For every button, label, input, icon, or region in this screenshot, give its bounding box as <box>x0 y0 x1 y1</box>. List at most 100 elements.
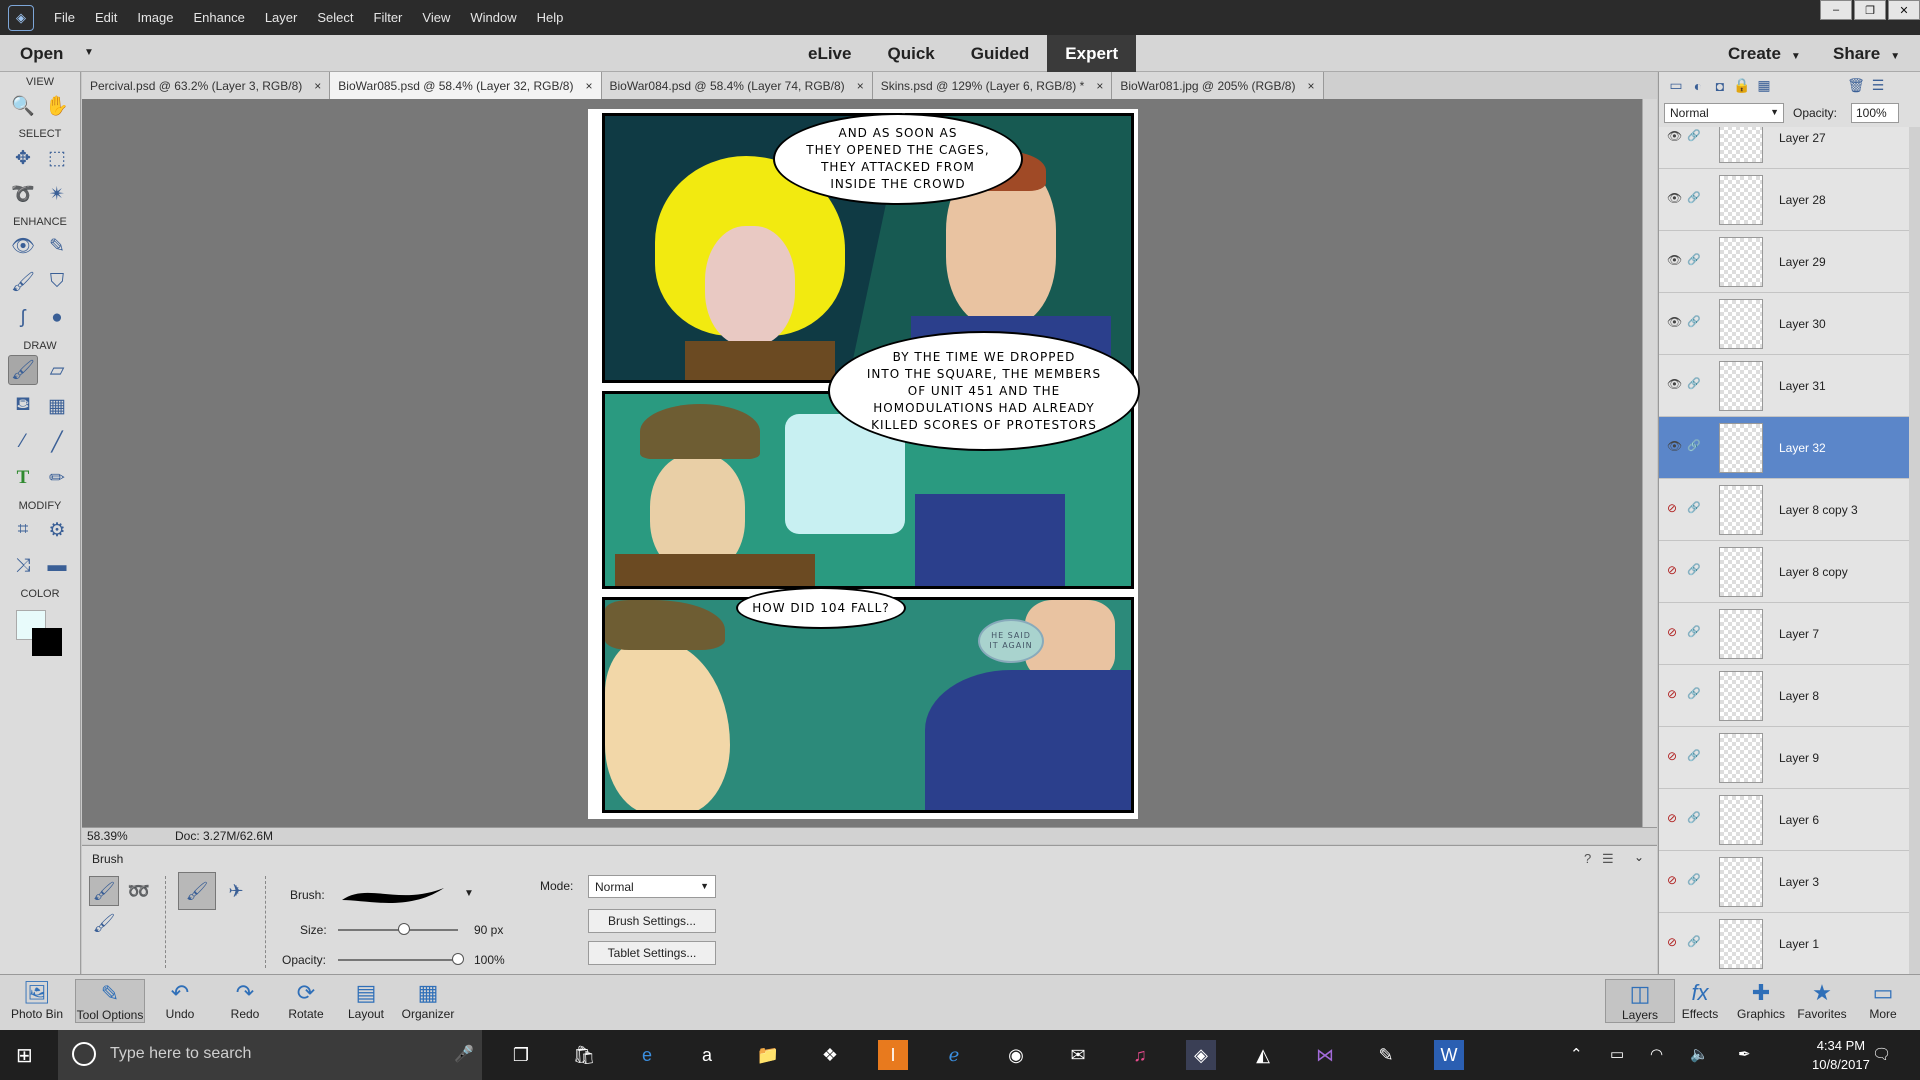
eye-icon[interactable]: 👁 <box>1667 253 1682 267</box>
doc-tab-biowar084[interactable]: BioWar084.psd @ 58.4% (Layer 74, RGB/8) × <box>601 72 873 99</box>
eye-hidden-icon[interactable]: ⊘ <box>1667 625 1677 639</box>
layer-row[interactable]: ⊘ 🔗 Layer 7 <box>1659 603 1909 665</box>
word-icon[interactable]: W <box>1434 1040 1464 1070</box>
tablet-app-icon[interactable]: ✎ <box>1371 1040 1401 1070</box>
link-icon[interactable]: 🔗 <box>1687 749 1701 762</box>
tray-chevron-icon[interactable]: ⌃ <box>1570 1045 1583 1063</box>
organizer-button[interactable]: ▦ Organizer <box>393 979 463 1021</box>
gradient-tool-icon[interactable]: ▦ <box>42 391 72 421</box>
wifi-icon[interactable]: ◠ <box>1650 1045 1663 1063</box>
link-icon[interactable]: 🔗 <box>1687 501 1701 514</box>
eye-hidden-icon[interactable]: ⊘ <box>1667 935 1677 949</box>
pencil-tool-icon[interactable]: ✏ <box>42 463 72 493</box>
undo-button[interactable]: ↶ Undo <box>145 979 215 1021</box>
link-icon[interactable]: 🔗 <box>1687 563 1701 576</box>
unity-icon[interactable]: ◭ <box>1248 1040 1278 1070</box>
layer-opacity-input[interactable]: 100% <box>1851 103 1899 123</box>
hand-tool-icon[interactable]: ✋ <box>42 91 72 121</box>
eye-hidden-icon[interactable]: ⊘ <box>1667 873 1677 887</box>
eyedropper-tool-icon[interactable]: ⁄ <box>8 427 38 457</box>
red-eye-tool-icon[interactable]: 👁 <box>8 231 38 261</box>
pen-icon[interactable]: ✒ <box>1738 1045 1751 1063</box>
close-window-button[interactable]: ✕ <box>1888 0 1920 20</box>
close-icon[interactable]: × <box>314 79 321 93</box>
layer-row[interactable]: 👁 🔗 Layer 29 <box>1659 231 1909 293</box>
close-icon[interactable]: × <box>585 79 592 93</box>
photo-bin-button[interactable]: 🖼 Photo Bin <box>2 979 72 1021</box>
move-tool-icon[interactable]: ✥ <box>8 143 38 173</box>
menu-enhance[interactable]: Enhance <box>184 0 255 35</box>
link-icon[interactable]: 🔗 <box>1687 687 1701 700</box>
minimize-button[interactable]: – <box>1820 0 1852 20</box>
adjustment-layer-icon[interactable]: ◐ <box>1687 78 1709 94</box>
link-icon[interactable]: 🔗 <box>1687 377 1701 390</box>
canvas-vertical-scrollbar[interactable] <box>1642 99 1657 827</box>
close-icon[interactable]: × <box>1096 79 1103 93</box>
task-view-icon[interactable]: ❐ <box>506 1040 536 1070</box>
new-layer-icon[interactable]: ▭ <box>1665 77 1687 94</box>
spot-healing-tool-icon[interactable]: ✎ <box>42 231 72 261</box>
mail-icon[interactable]: ✉ <box>1063 1040 1093 1070</box>
menu-edit[interactable]: Edit <box>85 0 127 35</box>
brush-stroke-preview[interactable] <box>338 876 448 910</box>
share-button[interactable]: Share ▼ <box>1833 44 1900 64</box>
lock-icon[interactable]: 🔒 <box>1731 77 1753 94</box>
tab-elive[interactable]: eLive <box>790 35 869 72</box>
sponge-tool-icon[interactable]: ● <box>42 303 72 333</box>
edge-icon[interactable]: e <box>632 1040 662 1070</box>
link-icon[interactable]: 🔗 <box>1687 253 1701 266</box>
comic-page[interactable]: AND AS SOON AS THEY OPENED THE CAGES, TH… <box>588 109 1140 819</box>
app-logo-icon[interactable]: ◈ <box>8 4 34 31</box>
layer-row[interactable]: ⊘ 🔗 Layer 8 copy <box>1659 541 1909 603</box>
mode-select[interactable]: Normal ▼ <box>588 875 716 898</box>
layer-row[interactable]: 👁 🔗 Layer 27 <box>1659 127 1909 169</box>
clone-stamp-tool-icon[interactable]: ⛉ <box>42 267 72 297</box>
background-color-swatch[interactable] <box>32 628 62 656</box>
eraser-tool-icon[interactable]: ▱ <box>42 355 72 385</box>
photoshop-elements-icon[interactable]: ◈ <box>1186 1040 1216 1070</box>
doc-tab-biowar085[interactable]: BioWar085.psd @ 58.4% (Layer 32, RGB/8) × <box>330 72 602 99</box>
menu-file[interactable]: File <box>44 0 85 35</box>
battery-icon[interactable]: ▭ <box>1610 1045 1624 1063</box>
lasso-tool-icon[interactable]: ➰ <box>8 179 38 209</box>
layer-mask-icon[interactable]: ◘ <box>1709 78 1731 94</box>
volume-icon[interactable]: 🔈 <box>1690 1045 1709 1063</box>
menu-help[interactable]: Help <box>527 0 574 35</box>
chrome-icon[interactable]: ◉ <box>1001 1040 1031 1070</box>
link-icon[interactable]: 🔗 <box>1687 873 1701 886</box>
layer-row[interactable]: 👁 🔗 Layer 28 <box>1659 169 1909 231</box>
layer-row[interactable]: ⊘ 🔗 Layer 3 <box>1659 851 1909 913</box>
brush-mode-icon[interactable]: 🖌 <box>178 872 216 910</box>
layer-row[interactable]: ⊘ 🔗 Layer 8 copy 3 <box>1659 479 1909 541</box>
blend-mode-select[interactable]: Normal ▼ <box>1664 103 1784 123</box>
notifications-icon[interactable]: 🗨 <box>1872 1045 1891 1063</box>
color-replacement-brush-icon[interactable]: 🖌 <box>89 908 119 938</box>
create-button[interactable]: Create ▼ <box>1728 44 1801 64</box>
zoom-readout[interactable]: 58.39% <box>87 829 128 843</box>
layer-row[interactable]: 👁 🔗 Layer 30 <box>1659 293 1909 355</box>
link-icon[interactable]: 🔗 <box>1687 811 1701 824</box>
doc-tab-percival[interactable]: Percival.psd @ 63.2% (Layer 3, RGB/8) × <box>82 72 331 99</box>
more-button[interactable]: ▭ More <box>1848 979 1918 1021</box>
airbrush-icon[interactable]: ✈ <box>221 876 251 906</box>
tool-options-button[interactable]: ✎ Tool Options <box>75 979 145 1023</box>
visual-studio-icon[interactable]: ⋈ <box>1310 1040 1340 1070</box>
layer-row[interactable]: ⊘ 🔗 Layer 9 <box>1659 727 1909 789</box>
brush-tool-icon[interactable]: 🖌 <box>8 355 38 385</box>
layer-row[interactable]: ⊘ 🔗 Layer 8 <box>1659 665 1909 727</box>
amazon-icon[interactable]: a <box>692 1040 722 1070</box>
paint-bucket-tool-icon[interactable]: ⛾ <box>8 391 38 421</box>
menu-filter[interactable]: Filter <box>364 0 413 35</box>
brush-settings-button[interactable]: Brush Settings... <box>588 909 716 933</box>
layers-scrollbar[interactable] <box>1909 127 1920 974</box>
opacity-slider-track[interactable] <box>338 959 458 961</box>
store-icon[interactable]: 🛍 <box>569 1040 599 1070</box>
magic-wand-tool-icon[interactable]: ✴ <box>42 179 72 209</box>
eye-icon[interactable]: 👁 <box>1667 439 1682 453</box>
taskbar-clock[interactable]: 4:34 PM 10/8/2017 <box>1812 1036 1870 1074</box>
doc-tab-biowar081[interactable]: BioWar081.jpg @ 205% (RGB/8) × <box>1112 72 1324 99</box>
recompose-tool-icon[interactable]: ⚙ <box>42 515 72 545</box>
layer-row[interactable]: 👁 🔗 Layer 32 <box>1659 417 1909 479</box>
link-icon[interactable]: 🔗 <box>1687 625 1701 638</box>
content-aware-move-tool-icon[interactable]: ⤨ <box>8 551 38 581</box>
